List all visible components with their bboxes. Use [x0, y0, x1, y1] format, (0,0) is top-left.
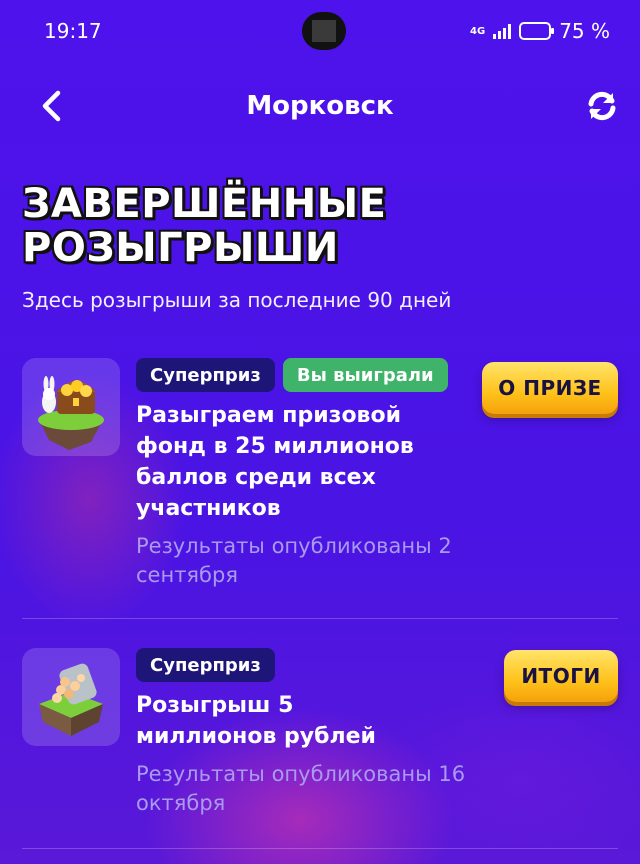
status-icons: 4G 75 % — [470, 19, 610, 43]
superprize-badge: Суперприз — [136, 358, 275, 392]
nav-title: Морковск — [246, 91, 394, 121]
refresh-button[interactable] — [582, 86, 622, 126]
divider — [22, 848, 618, 849]
network-label: 4G — [470, 25, 486, 37]
signal-icon — [493, 23, 512, 39]
back-button[interactable] — [32, 86, 72, 126]
chevron-left-icon — [42, 90, 61, 122]
won-badge: Вы выиграли — [282, 358, 448, 392]
coin-jar-island-icon — [22, 648, 120, 746]
draw-card-2[interactable]: Суперприз Розыгрыш 5 миллионов рублей Ре… — [22, 648, 618, 828]
superprize-badge: Суперприз — [136, 648, 275, 682]
draw-card-1[interactable]: Суперприз Вы выиграли Разыграем призовой… — [22, 358, 618, 598]
draw-result-date: Результаты опубликованы 16 октября — [136, 762, 466, 815]
draw-title: Разыграем призовой фонд в 25 миллионов б… — [136, 403, 414, 521]
draw-title: Розыгрыш 5 миллионов рублей — [136, 693, 376, 749]
about-prize-button[interactable]: О ПРИЗЕ — [482, 362, 618, 414]
heading-line-2: РОЗЫГРЫШИ — [22, 225, 339, 271]
page-subtitle: Здесь розыгрыши за последние 90 дней — [22, 288, 452, 312]
results-button[interactable]: ИТОГИ — [504, 650, 618, 702]
badge-row: Суперприз Вы выиграли — [136, 358, 448, 392]
heading-line-1: ЗАВЕРШЁННЫЕ — [22, 181, 387, 227]
battery-percent: 75 % — [559, 19, 610, 43]
badge-row: Суперприз — [136, 648, 275, 682]
refresh-icon — [588, 91, 616, 121]
divider — [22, 618, 618, 619]
status-time: 19:17 — [44, 19, 102, 43]
page-heading: ЗАВЕРШЁННЫЕ РОЗЫГРЫШИ — [22, 182, 386, 270]
top-nav: Морковск — [0, 78, 640, 134]
draw-result-date: Результаты опубликованы 2 сентября — [136, 534, 452, 587]
battery-icon — [519, 22, 555, 40]
front-camera — [302, 12, 346, 50]
treasure-chest-island-icon — [22, 358, 120, 456]
